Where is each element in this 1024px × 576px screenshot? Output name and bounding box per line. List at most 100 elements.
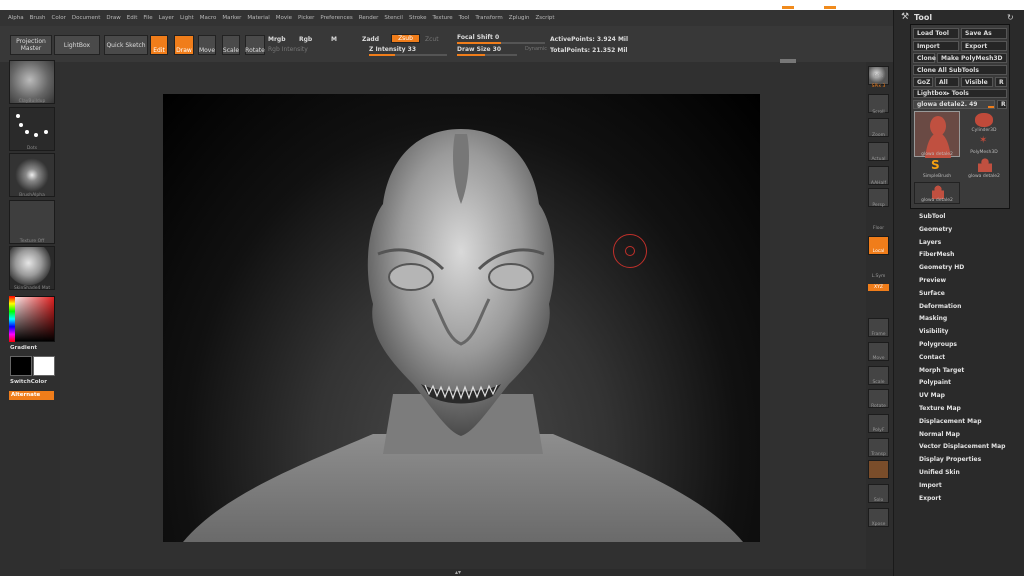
move-button[interactable]: Move (198, 35, 216, 55)
rotate-button[interactable]: Rotate (245, 35, 265, 55)
cylinder-tool-icon[interactable] (975, 113, 993, 127)
menu-macro[interactable]: Macro (200, 15, 217, 21)
goz-button[interactable]: GoZ (913, 77, 933, 87)
tool-thumb-glowa[interactable] (914, 111, 960, 158)
zadd-button[interactable]: Zadd (362, 36, 379, 43)
menu-document[interactable]: Document (72, 15, 101, 21)
rgb-intensity-slider[interactable]: Rgb Intensity (268, 46, 308, 53)
edit-button[interactable]: Edit (150, 35, 168, 55)
draw-size-slider[interactable]: Draw Size 30 (457, 46, 501, 53)
lightbox-button[interactable]: LightBox (54, 35, 100, 55)
color-picker[interactable] (9, 296, 55, 342)
load-tool-button[interactable]: Load Tool (913, 28, 959, 39)
switchcolor-button[interactable]: SwitchColor (10, 379, 47, 385)
focal-shift-slider[interactable]: Focal Shift 0 (457, 34, 499, 41)
menu-color[interactable]: Color (52, 15, 66, 21)
subpalette-vector-displacement-map[interactable]: Vector Displacement Map (919, 443, 1005, 450)
tool-palette-title[interactable]: Tool (914, 13, 932, 22)
xyz-button[interactable]: XYZ (868, 284, 889, 291)
subpalette-contact[interactable]: Contact (919, 354, 945, 361)
subpalette-geometry[interactable]: Geometry (919, 226, 952, 233)
subpalette-deformation[interactable]: Deformation (919, 303, 961, 310)
brush-thumbnail[interactable] (9, 60, 55, 104)
subpalette-display-properties[interactable]: Display Properties (919, 456, 981, 463)
menu-render[interactable]: Render (359, 15, 379, 21)
r-button[interactable]: R (995, 77, 1007, 87)
simplebrush-icon[interactable]: S (931, 158, 940, 172)
subpalette-visibility[interactable]: Visibility (919, 328, 948, 335)
import-button[interactable]: Import (913, 41, 959, 51)
menu-draw[interactable]: Draw (106, 15, 120, 21)
current-tool-slider-handle[interactable] (988, 106, 994, 108)
lightbox-tools-button[interactable]: Lightbox▸ Tools (913, 89, 1007, 98)
export-button[interactable]: Export (961, 41, 1007, 51)
menu-preferences[interactable]: Preferences (320, 15, 352, 21)
expand-arrows-icon[interactable]: ▴▾ (455, 569, 461, 576)
ghost-icon[interactable] (868, 460, 889, 479)
visible-button[interactable]: Visible (961, 77, 993, 87)
menu-picker[interactable]: Picker (298, 15, 314, 21)
current-tool-slider[interactable]: glowa detale2. 49 (913, 100, 995, 109)
refresh-icon[interactable]: ↻ (1007, 13, 1014, 22)
menu-light[interactable]: Light (180, 15, 194, 21)
zcut-button[interactable]: Zcut (425, 36, 439, 43)
menu-file[interactable]: File (143, 15, 152, 21)
z-intensity-slider[interactable]: Z Intensity 33 (369, 46, 416, 53)
make-polymesh-button[interactable]: Make PolyMesh3D (937, 53, 1007, 63)
canvas-scroll-handle[interactable] (780, 59, 796, 63)
rgb-button[interactable]: Rgb (299, 36, 312, 43)
subpalette-import[interactable]: Import (919, 482, 942, 489)
menu-transform[interactable]: Transform (475, 15, 502, 21)
subpalette-subtool[interactable]: SubTool (919, 213, 945, 220)
menu-texture[interactable]: Texture (433, 15, 453, 21)
clone-button[interactable]: Clone (913, 53, 936, 63)
subpalette-masking[interactable]: Masking (919, 315, 947, 322)
subpalette-displacement-map[interactable]: Displacement Map (919, 418, 982, 425)
clone-all-subtools-button[interactable]: Clone All SubTools (913, 65, 1007, 75)
secondary-color-swatch[interactable] (33, 356, 55, 376)
material-thumbnail[interactable] (9, 246, 55, 290)
menu-stroke[interactable]: Stroke (409, 15, 427, 21)
menu-movie[interactable]: Movie (276, 15, 292, 21)
subpalette-polygroups[interactable]: Polygroups (919, 341, 957, 348)
spix-label[interactable]: SPix 3 (866, 84, 891, 89)
subpalette-geometry-hd[interactable]: Geometry HD (919, 264, 964, 271)
menu-zplugin[interactable]: Zplugin (509, 15, 530, 21)
alpha-thumbnail[interactable] (9, 153, 55, 197)
menu-tool[interactable]: Tool (459, 15, 470, 21)
texture-thumbnail[interactable] (9, 200, 55, 244)
zsub-button[interactable]: Zsub (391, 34, 420, 43)
scale-button[interactable]: Scale (222, 35, 240, 55)
document-canvas[interactable] (163, 94, 760, 542)
hue-strip[interactable] (9, 296, 15, 342)
save-as-button[interactable]: Save As (961, 28, 1007, 39)
menu-edit[interactable]: Edit (127, 15, 138, 21)
gradient-label[interactable]: Gradient (10, 345, 37, 351)
menu-material[interactable]: Material (247, 15, 269, 21)
subpalette-layers[interactable]: Layers (919, 239, 941, 246)
alternate-button[interactable]: Alternate (9, 391, 54, 400)
stroke-thumbnail[interactable] (9, 107, 55, 151)
subpalette-normal-map[interactable]: Normal Map (919, 431, 960, 438)
polymesh-star-icon[interactable]: ✶ (979, 135, 987, 146)
focal-shift-track[interactable] (457, 42, 545, 44)
z-intensity-track[interactable] (369, 54, 447, 56)
subpalette-uv-map[interactable]: UV Map (919, 392, 945, 399)
projection-master-button[interactable]: Projection Master (10, 35, 52, 55)
draw-size-track[interactable] (457, 54, 517, 56)
glowa-small-tool-icon[interactable] (978, 158, 992, 172)
subpalette-surface[interactable]: Surface (919, 290, 945, 297)
subpalette-fibermesh[interactable]: FiberMesh (919, 251, 954, 258)
subpalette-export[interactable]: Export (919, 495, 941, 502)
dynamic-toggle[interactable]: Dynamic (525, 46, 547, 52)
menu-alpha[interactable]: Alpha (8, 15, 24, 21)
all-button[interactable]: All (935, 77, 959, 87)
subpalette-preview[interactable]: Preview (919, 277, 946, 284)
menu-brush[interactable]: Brush (30, 15, 46, 21)
quick-sketch-button[interactable]: Quick Sketch (104, 35, 148, 55)
subpalette-morph-target[interactable]: Morph Target (919, 367, 964, 374)
menu-layer[interactable]: Layer (159, 15, 174, 21)
menu-stencil[interactable]: Stencil (384, 15, 403, 21)
r-tool-button[interactable]: R (997, 100, 1007, 109)
m-button[interactable]: M (331, 36, 337, 43)
